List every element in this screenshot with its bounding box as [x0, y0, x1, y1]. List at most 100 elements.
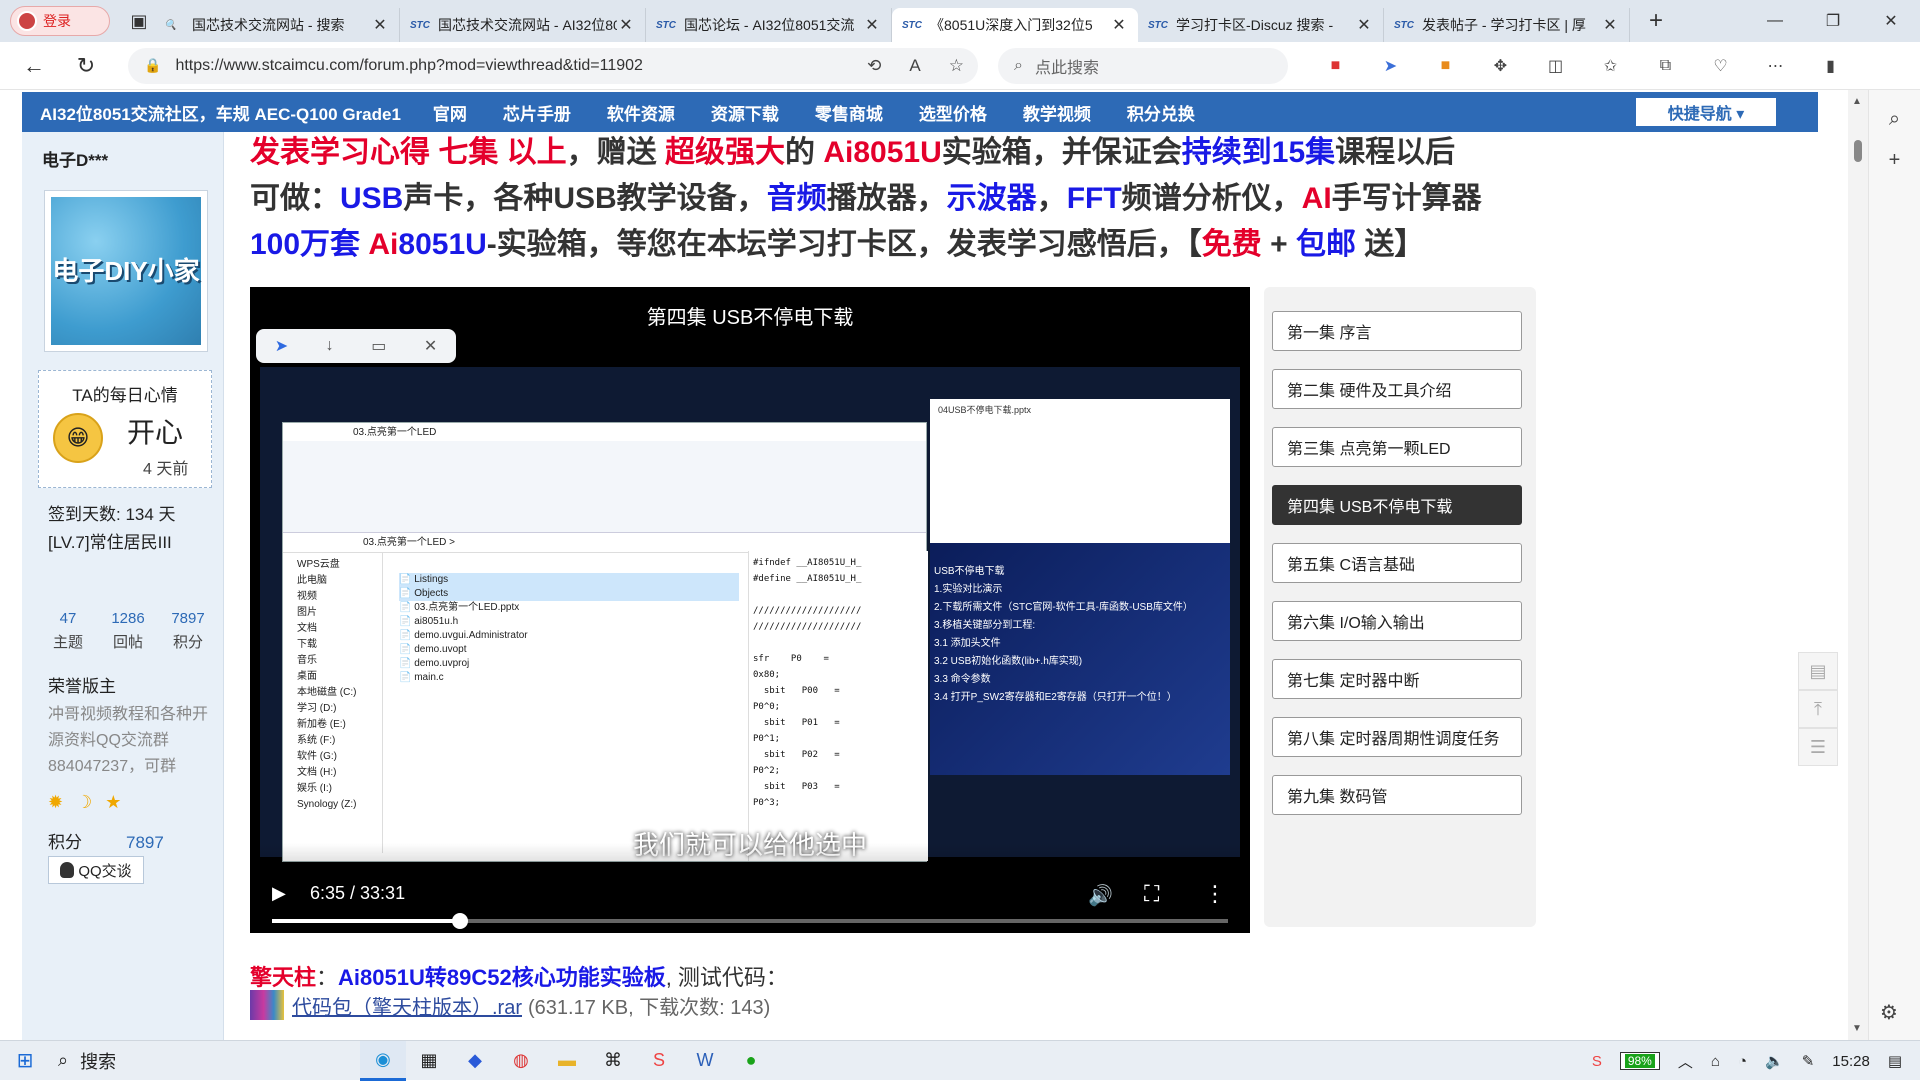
episode-button[interactable]: 第九集 数码管	[1272, 775, 1522, 815]
browser-tab[interactable]: 🔍 国芯技术交流网站 - 搜索 ✕	[154, 8, 400, 42]
list-icon[interactable]: ☰	[1798, 728, 1838, 766]
bird-icon[interactable]: ➤	[275, 336, 288, 356]
episode-button[interactable]: 第五集 C语言基础	[1272, 543, 1522, 583]
forum-nav-item[interactable]: 资源下载	[693, 100, 797, 125]
clock[interactable]: 15:28	[1832, 1053, 1870, 1070]
qq-chat-button[interactable]: QQ交谈	[48, 856, 144, 884]
settings-gear-icon[interactable]: ⚙	[1880, 1000, 1898, 1025]
app-red-icon[interactable]: S	[636, 1041, 682, 1081]
tray-expand-icon[interactable]: ︿	[1678, 1051, 1693, 1072]
volume-icon[interactable]: 🔊	[1088, 883, 1113, 908]
minimize-icon[interactable]: —	[1746, 0, 1804, 42]
speaker-icon[interactable]: 🔈	[1765, 1052, 1784, 1070]
user-level[interactable]: [LV.7]常住居民III	[48, 528, 172, 553]
browser-tab[interactable]: STC 国芯技术交流网站 - AI32位8051 ✕	[400, 8, 646, 42]
app-blue-icon[interactable]: ◆	[452, 1041, 498, 1081]
episode-button[interactable]: 第七集 定时器中断	[1272, 659, 1522, 699]
ime-icon[interactable]: S	[1592, 1053, 1602, 1070]
avatar[interactable]: 电子DIY小家	[44, 190, 208, 352]
edge-app-icon[interactable]: ◉	[360, 1040, 406, 1081]
play-icon[interactable]: ▶	[272, 883, 286, 904]
video-progress-bar[interactable]	[272, 913, 1228, 929]
pen-icon[interactable]: ✎	[1802, 1052, 1815, 1070]
battery-indicator[interactable]: 98%	[1619, 1052, 1660, 1070]
extensions-puzzle-icon[interactable]: ✥	[1473, 48, 1528, 84]
search-input[interactable]: ⌕ 点此搜索	[998, 47, 1288, 84]
tab-close-icon[interactable]: ✕	[1110, 15, 1128, 35]
read-aloud-icon[interactable]: A	[909, 56, 920, 76]
video-player[interactable]: 第四集 USB不停电下载 ➤ ↓ ▭ ✕ 04USB不停电下载.pptx USB…	[250, 287, 1250, 933]
restore-icon[interactable]: ❐	[1804, 0, 1862, 42]
sidebar-toggle-icon[interactable]: ▮	[1803, 48, 1858, 84]
chrome-app-icon[interactable]: ◍	[498, 1041, 544, 1081]
score-value[interactable]: 7897	[126, 833, 164, 852]
more-options-icon[interactable]: ⋮	[1204, 881, 1226, 907]
close-icon[interactable]: ✕	[424, 336, 437, 356]
collections-icon[interactable]: ⧉	[1638, 48, 1693, 84]
browser-tab[interactable]: STC 《8051U深度入门到32位5 ✕	[892, 8, 1138, 42]
network-icon[interactable]: ⌂	[1711, 1053, 1720, 1070]
extension-red-icon[interactable]: ■	[1308, 48, 1363, 84]
tab-close-icon[interactable]: ✕	[1601, 15, 1619, 35]
browser-tab[interactable]: STC 学习打卡区-Discuz 搜索 - ✕	[1138, 8, 1384, 42]
scroll-thumb[interactable]	[1854, 140, 1862, 162]
extension-orange-icon[interactable]: ■	[1418, 48, 1473, 84]
tab-close-icon[interactable]: ✕	[863, 15, 881, 35]
forum-title[interactable]: AI32位8051交流社区，车规 AEC-Q100 Grade1	[40, 100, 401, 125]
download-icon[interactable]: ↓	[326, 337, 334, 355]
performance-icon[interactable]: ♡	[1693, 48, 1748, 84]
workspaces-icon[interactable]: ▣	[124, 6, 154, 36]
back-icon[interactable]: ←	[16, 48, 52, 84]
progress-knob[interactable]	[452, 913, 469, 929]
back-to-top-icon[interactable]: ⤒	[1798, 690, 1838, 728]
address-bar[interactable]: 🔒 https://www.stcaimcu.com/forum.php?mod…	[128, 47, 978, 84]
new-tab-button[interactable]: +	[1636, 7, 1676, 35]
episode-button[interactable]: 第四集 USB不停电下载	[1272, 485, 1522, 525]
forum-nav-item[interactable]: 积分兑换	[1109, 100, 1213, 125]
windows-start-icon[interactable]: ⊞	[0, 1048, 50, 1073]
profile-button[interactable]: 登录	[10, 6, 110, 36]
forum-nav-item[interactable]: 零售商城	[797, 100, 901, 125]
taskbar-search[interactable]: ⌕ 搜索	[50, 1041, 350, 1081]
forum-nav-item[interactable]: 选型价格	[901, 100, 1005, 125]
episode-button[interactable]: 第三集 点亮第一颗LED	[1272, 427, 1522, 467]
tab-close-icon[interactable]: ✕	[371, 15, 389, 35]
sidebar-add-icon[interactable]: +	[1869, 149, 1920, 172]
translate-icon[interactable]: ⟲	[867, 56, 881, 76]
lock-icon[interactable]: 🔒	[144, 57, 161, 74]
user-stat[interactable]: 7897 积分	[158, 610, 218, 652]
calculator-app-icon[interactable]: ▦	[406, 1041, 452, 1081]
medal-icons[interactable]: ✹ ☽ ★	[48, 792, 125, 813]
user-stat[interactable]: 47 主题	[38, 610, 98, 652]
wifi-icon[interactable]: ◔	[1738, 1053, 1747, 1070]
reply-icon[interactable]: ▤	[1798, 652, 1838, 690]
forum-nav-item[interactable]: 芯片手册	[485, 100, 589, 125]
browser-tab[interactable]: STC 发表帖子 - 学习打卡区 | 厚 ✕	[1384, 8, 1630, 42]
tab-close-icon[interactable]: ✕	[617, 15, 635, 35]
favorites-icon[interactable]: ✩	[1583, 48, 1638, 84]
word-app-icon[interactable]: W	[682, 1041, 728, 1081]
favorite-star-icon[interactable]: ☆	[949, 56, 964, 76]
scroll-down-icon[interactable]: ▼	[1852, 1023, 1862, 1034]
close-window-icon[interactable]: ✕	[1862, 0, 1920, 42]
forum-nav-item[interactable]: 教学视频	[1005, 100, 1109, 125]
episode-button[interactable]: 第六集 I/O输入输出	[1272, 601, 1522, 641]
episode-button[interactable]: 第八集 定时器周期性调度任务	[1272, 717, 1522, 757]
reload-icon[interactable]: ↻	[68, 48, 104, 84]
username[interactable]: 电子D***	[42, 146, 108, 171]
fullscreen-icon[interactable]: ⛶	[1144, 881, 1159, 907]
more-menu-icon[interactable]: ⋯	[1748, 48, 1803, 84]
notifications-icon[interactable]: ▤	[1888, 1052, 1902, 1070]
tab-close-icon[interactable]: ✕	[1355, 15, 1373, 35]
user-stat[interactable]: 1286 回帖	[98, 610, 158, 652]
browser-tab[interactable]: STC 国芯论坛 - AI32位8051交流 ✕	[646, 8, 892, 42]
page-scrollbar[interactable]: ▲ ▼	[1848, 90, 1868, 1040]
forum-nav-item[interactable]: 官网	[415, 100, 485, 125]
scroll-up-icon[interactable]: ▲	[1852, 96, 1862, 107]
quick-nav-button[interactable]: 快捷导航 ▾	[1636, 98, 1776, 126]
extension-bird-icon[interactable]: ➤	[1363, 48, 1418, 84]
split-screen-icon[interactable]: ◫	[1528, 48, 1583, 84]
episode-button[interactable]: 第二集 硬件及工具介绍	[1272, 369, 1522, 409]
forum-nav-item[interactable]: 软件资源	[589, 100, 693, 125]
episode-button[interactable]: 第一集 序言	[1272, 311, 1522, 351]
